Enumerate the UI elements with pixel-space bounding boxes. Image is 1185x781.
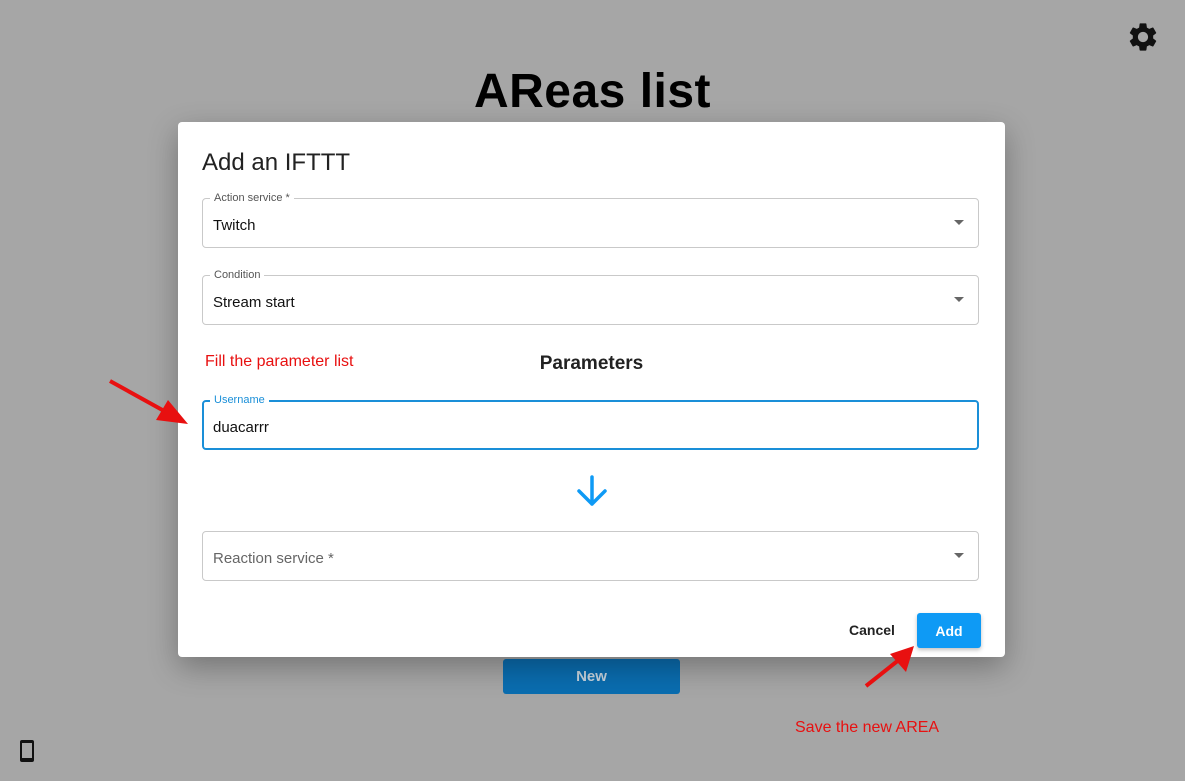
chevron-down-icon <box>954 297 964 302</box>
condition-select[interactable]: Condition Stream start <box>202 268 979 325</box>
phone-icon[interactable] <box>17 739 37 763</box>
username-field[interactable]: Username duacarrr <box>202 393 979 450</box>
chevron-down-icon <box>954 220 964 225</box>
chevron-down-icon <box>954 553 964 558</box>
action-service-value: Twitch <box>213 217 256 234</box>
save-area-annotation: Save the new AREA <box>795 719 940 736</box>
action-service-select[interactable]: Action service * Twitch <box>202 191 979 248</box>
condition-value: Stream start <box>213 294 295 311</box>
dialog-title: Add an IFTTT <box>202 149 351 176</box>
new-area-button[interactable]: New <box>503 659 680 694</box>
action-service-label: Action service * <box>210 191 294 205</box>
username-value: duacarrr <box>213 419 269 436</box>
add-ifttt-dialog: Add an IFTTT Action service * Twitch Con… <box>178 122 1005 657</box>
username-label: Username <box>210 393 269 407</box>
reaction-service-select[interactable]: Reaction service * <box>202 531 979 581</box>
condition-label: Condition <box>210 268 265 282</box>
page-title: AReas list <box>473 65 712 118</box>
red-arrow-icon <box>109 379 188 424</box>
add-button[interactable]: Add <box>917 613 981 648</box>
red-arrow-icon <box>864 646 914 688</box>
reaction-service-placeholder: Reaction service * <box>213 550 334 567</box>
arrow-down-icon <box>577 475 607 506</box>
fill-params-annotation: Fill the parameter list <box>205 353 354 370</box>
gear-icon[interactable] <box>1126 20 1160 54</box>
